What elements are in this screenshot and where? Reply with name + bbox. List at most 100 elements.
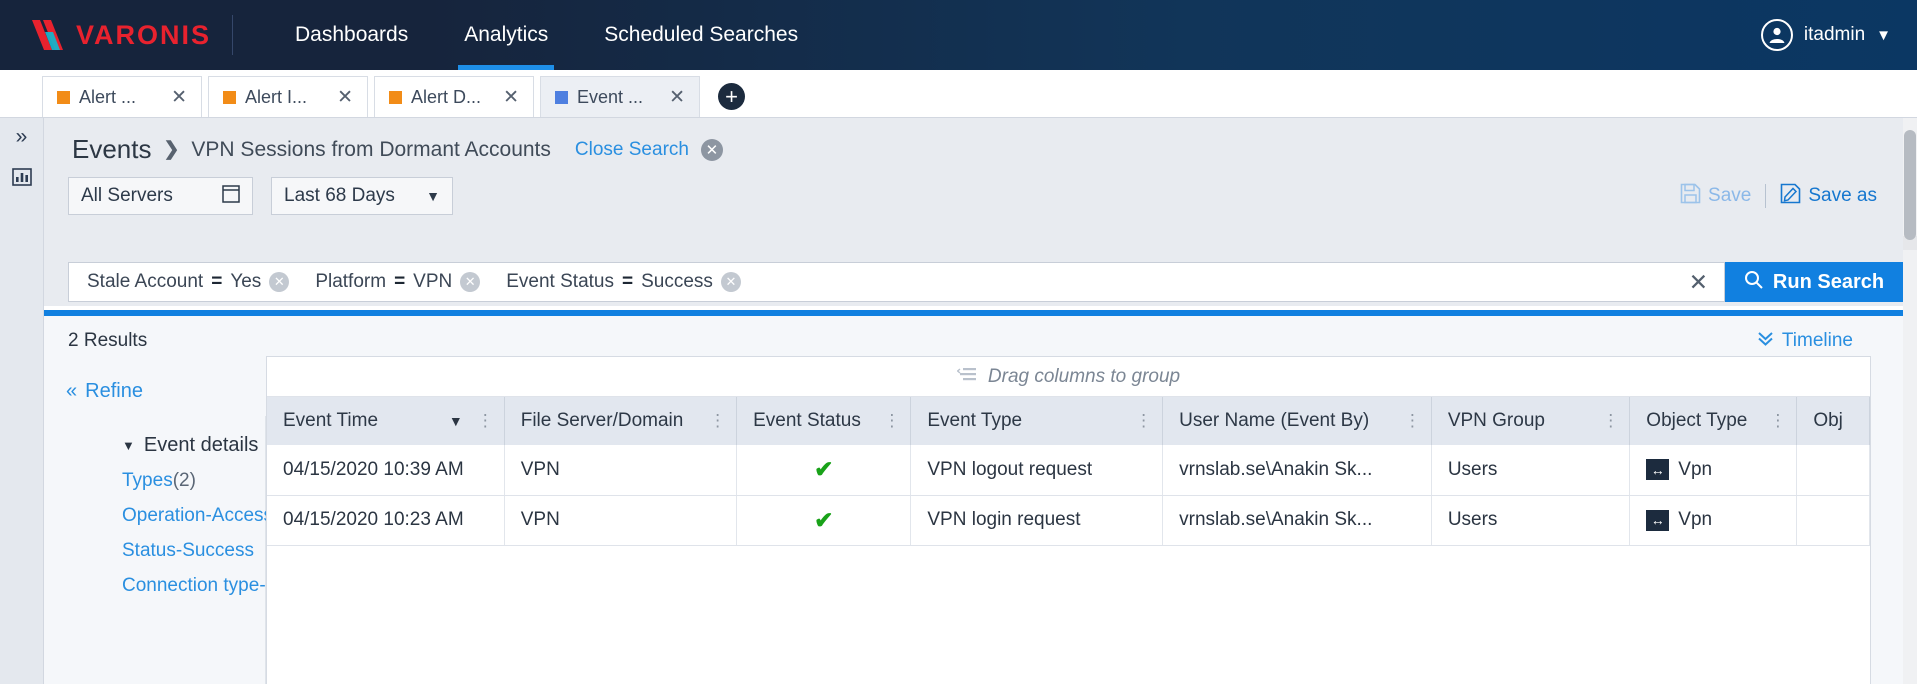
add-tab-button[interactable]: +: [718, 83, 745, 110]
save-label: Save: [1708, 185, 1751, 207]
breadcrumb-current: VPN Sessions from Dormant Accounts: [191, 138, 550, 162]
varonis-logo-text: VARONIS: [76, 20, 211, 51]
column-header-vpn-group[interactable]: VPN Group ⋮: [1431, 397, 1629, 445]
column-menu-icon[interactable]: ⋮: [709, 415, 726, 427]
server-scope-select[interactable]: All Servers: [68, 177, 253, 215]
tab-close-icon[interactable]: ✕: [503, 88, 519, 107]
chip-field: Stale Account: [87, 271, 203, 293]
varonis-logo[interactable]: VARONIS: [0, 20, 208, 51]
save-as-label: Save as: [1808, 185, 1877, 207]
tab-event[interactable]: Event ... ✕: [540, 76, 700, 117]
vpn-object-icon: ↔: [1646, 459, 1669, 480]
save-as-button[interactable]: Save as: [1780, 183, 1877, 210]
cell-event-time: 04/15/2020 10:23 AM: [267, 495, 504, 545]
refine-toggle[interactable]: « Refine: [66, 380, 266, 403]
search-icon: [1744, 270, 1763, 295]
column-menu-icon[interactable]: ⋮: [1404, 415, 1421, 427]
chip-remove-icon[interactable]: ✕: [269, 272, 289, 292]
tab-close-icon[interactable]: ✕: [669, 88, 685, 107]
server-scope-value: All Servers: [81, 185, 173, 207]
cell-object-type: ↔ Vpn: [1630, 495, 1797, 545]
facet-item-connection-type[interactable]: Connection type-...: [122, 575, 265, 597]
column-header-user-name[interactable]: User Name (Event By) ⋮: [1163, 397, 1432, 445]
tab-label: Event ...: [577, 87, 660, 108]
top-navigation-bar: VARONIS Dashboards Analytics Scheduled S…: [0, 0, 1917, 70]
tab-close-icon[interactable]: ✕: [171, 88, 187, 107]
vpn-object-icon: ↔: [1646, 510, 1669, 531]
success-check-icon: ✔: [814, 456, 833, 482]
cell-obj: [1797, 495, 1870, 545]
cell-file-server: VPN: [504, 445, 736, 495]
chip-field: Platform: [315, 271, 386, 293]
column-menu-icon[interactable]: ⋮: [883, 415, 900, 427]
column-header-event-type[interactable]: Event Type ⋮: [911, 397, 1163, 445]
column-header-file-server-domain[interactable]: File Server/Domain ⋮: [504, 397, 736, 445]
filter-chip-stale-account[interactable]: Stale Account = Yes ✕: [87, 271, 289, 293]
column-menu-icon[interactable]: ⋮: [477, 415, 494, 427]
filter-chip-platform[interactable]: Platform = VPN ✕: [315, 271, 480, 293]
chip-remove-icon[interactable]: ✕: [721, 272, 741, 292]
breadcrumb-root[interactable]: Events: [72, 134, 152, 165]
run-search-button[interactable]: Run Search: [1725, 262, 1903, 302]
tab-alert-3[interactable]: Alert D... ✕: [374, 76, 534, 117]
cell-user-name: vrnslab.se\Anakin Sk...: [1163, 495, 1432, 545]
avatar: [1761, 19, 1793, 51]
refine-label: Refine: [85, 380, 143, 403]
column-menu-icon[interactable]: ⋮: [1602, 415, 1619, 427]
vertical-scrollbar-thumb[interactable]: [1904, 130, 1916, 240]
nav-item-analytics[interactable]: Analytics: [436, 0, 576, 70]
tab-alert-2[interactable]: Alert I... ✕: [208, 76, 368, 117]
clear-all-filters-icon[interactable]: ✕: [1689, 269, 1714, 296]
search-panel: Events ❯ VPN Sessions from Dormant Accou…: [44, 118, 1903, 258]
reports-icon[interactable]: [12, 167, 32, 191]
group-drop-zone[interactable]: Drag columns to group: [267, 357, 1870, 397]
chevron-down-icon: ▼: [122, 438, 135, 453]
timeline-toggle[interactable]: Timeline: [1756, 330, 1903, 353]
column-header-object-type[interactable]: Object Type ⋮: [1630, 397, 1797, 445]
column-header-event-time[interactable]: Event Time ▼ ⋮: [267, 397, 504, 445]
column-label: Event Type: [927, 410, 1135, 432]
facet-label: Types: [122, 470, 173, 491]
close-search-icon[interactable]: ✕: [701, 139, 723, 161]
facet-item-operation[interactable]: Operation-Access...: [122, 505, 265, 527]
refine-facets-panel: ▼ Event details Types(2) Operation-Acces…: [44, 416, 266, 684]
nav-item-scheduled-searches[interactable]: Scheduled Searches: [576, 0, 826, 70]
cell-vpn-group: Users: [1431, 495, 1629, 545]
table-row[interactable]: 04/15/2020 10:39 AM VPN ✔ VPN logout req…: [267, 445, 1870, 495]
user-name: itadmin: [1804, 24, 1865, 46]
column-header-obj[interactable]: Obj: [1797, 397, 1870, 445]
column-menu-icon[interactable]: ⋮: [1135, 415, 1152, 427]
column-label: Object Type: [1646, 410, 1769, 432]
chip-value: Success: [641, 271, 713, 293]
sort-descending-icon[interactable]: ▼: [449, 413, 463, 429]
user-menu[interactable]: itadmin ▼: [1761, 19, 1917, 51]
close-search-link[interactable]: Close Search: [575, 139, 689, 161]
filter-chip-container[interactable]: Stale Account = Yes ✕ Platform = VPN ✕ E…: [68, 262, 1725, 302]
column-header-event-status[interactable]: Event Status ⋮: [737, 397, 911, 445]
column-label: File Server/Domain: [521, 410, 709, 432]
tab-label: Alert D...: [411, 87, 494, 108]
time-range-select[interactable]: Last 68 Days ▼: [271, 177, 453, 215]
facet-count: (2): [173, 470, 196, 491]
expand-rail-icon[interactable]: »: [16, 126, 28, 147]
cell-event-status: ✔: [737, 495, 911, 545]
cell-event-time: 04/15/2020 10:39 AM: [267, 445, 504, 495]
tab-label: Alert I...: [245, 87, 328, 108]
chip-remove-icon[interactable]: ✕: [460, 272, 480, 292]
nav-divider: [232, 15, 233, 55]
tab-color-swatch-icon: [389, 91, 402, 104]
facet-item-types[interactable]: Types(2): [122, 470, 265, 492]
save-button[interactable]: Save: [1680, 183, 1751, 210]
tab-alert-1[interactable]: Alert ... ✕: [42, 76, 202, 117]
filter-row: Stale Account = Yes ✕ Platform = VPN ✕ E…: [44, 258, 1903, 306]
facet-item-status[interactable]: Status-Success: [122, 540, 265, 562]
cell-obj: [1797, 445, 1870, 495]
tab-strip: Alert ... ✕ Alert I... ✕ Alert D... ✕ Ev…: [0, 70, 1917, 118]
facet-group-event-details[interactable]: ▼ Event details: [122, 434, 265, 457]
table-row[interactable]: 04/15/2020 10:23 AM VPN ✔ VPN login requ…: [267, 495, 1870, 545]
tab-close-icon[interactable]: ✕: [337, 88, 353, 107]
nav-item-dashboards[interactable]: Dashboards: [267, 0, 436, 70]
column-menu-icon[interactable]: ⋮: [1769, 415, 1786, 427]
filter-chip-event-status[interactable]: Event Status = Success ✕: [506, 271, 741, 293]
save-actions: Save Save as: [1680, 183, 1903, 210]
